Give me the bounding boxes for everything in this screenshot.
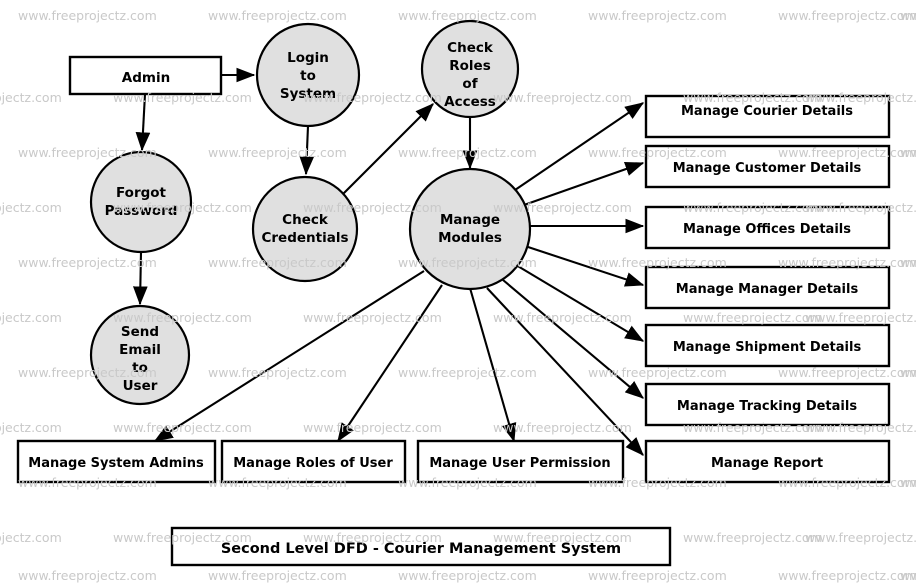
store-manage-report-label: Manage Report xyxy=(711,456,823,471)
flow-check-credentials-to-check-roles xyxy=(340,103,434,197)
flow-modules-to-manage-courier-details xyxy=(514,102,645,191)
store-manage-manager-details[interactable]: Manage Manager Details xyxy=(644,265,891,310)
svg-text:of: of xyxy=(462,76,477,92)
diagram-title-box: Second Level DFD - Courier Management Sy… xyxy=(170,526,672,567)
flow-admin-to-forgot-password xyxy=(135,93,151,152)
svg-text:Roles: Roles xyxy=(449,58,491,74)
store-manage-user-permission[interactable]: Manage User Permission xyxy=(416,439,625,484)
diagram-title-label: Second Level DFD - Courier Management Sy… xyxy=(221,541,621,557)
svg-text:Password: Password xyxy=(105,203,178,219)
store-manage-shipment-details[interactable]: Manage Shipment Details xyxy=(644,323,891,368)
store-manage-courier-details[interactable]: Manage Courier Details xyxy=(644,94,891,139)
dfd-diagram-canvas: www.freeprojectz.com www.freeprojectz.com… xyxy=(0,0,916,587)
store-manage-tracking-details-label: Manage Tracking Details xyxy=(677,399,857,414)
flow-modules-to-manage-roles-of-user xyxy=(337,284,443,443)
flow-modules-to-manage-manager-details xyxy=(524,245,645,287)
svg-text:to: to xyxy=(300,68,316,84)
flow-login-to-check-credentials xyxy=(299,125,315,176)
store-manage-user-permission-label: Manage User Permission xyxy=(429,456,610,471)
flow-modules-to-manage-customer-details xyxy=(523,161,645,206)
process-forgot-password[interactable]: Forgot Password xyxy=(89,150,193,254)
svg-text:Access: Access xyxy=(444,94,496,110)
flow-modules-to-manage-shipment-details xyxy=(515,264,645,342)
dfd-svg: Admin Login to System Check Roles of Acc… xyxy=(16,19,891,567)
svg-text:User: User xyxy=(123,378,158,394)
store-manage-customer-details[interactable]: Manage Customer Details xyxy=(644,144,891,189)
store-manage-report[interactable]: Manage Report xyxy=(644,439,891,484)
store-manage-roles-of-user-label: Manage Roles of User xyxy=(233,456,393,471)
svg-text:Modules: Modules xyxy=(438,230,502,246)
process-send-email-to-user-label: Send xyxy=(121,324,159,340)
store-manage-roles-of-user[interactable]: Manage Roles of User xyxy=(220,439,407,484)
store-manage-courier-details-label: Manage Courier Details xyxy=(681,104,853,119)
process-manage-modules-label: Manage xyxy=(440,212,500,228)
process-check-credentials-label: Check xyxy=(282,212,329,228)
process-login-to-system[interactable]: Login to System xyxy=(255,22,361,128)
svg-text:Credentials: Credentials xyxy=(261,230,348,246)
process-login-to-system-label: Login xyxy=(287,50,329,66)
store-manage-system-admins[interactable]: Manage System Admins xyxy=(16,439,217,484)
store-manage-offices-details[interactable]: Manage Offices Details xyxy=(644,205,891,250)
flow-modules-to-manage-system-admins xyxy=(153,270,425,442)
svg-text:Email: Email xyxy=(119,342,161,358)
store-manage-system-admins-label: Manage System Admins xyxy=(28,456,204,471)
svg-text:System: System xyxy=(280,86,336,102)
entity-admin[interactable]: Admin xyxy=(68,55,223,96)
process-check-roles-of-access-label: Check xyxy=(447,40,494,56)
process-send-email-to-user[interactable]: Send Email to User xyxy=(89,304,191,406)
store-manage-customer-details-label: Manage Customer Details xyxy=(673,161,862,176)
process-check-roles-of-access[interactable]: Check Roles of Access xyxy=(420,19,520,119)
flow-forgot-password-to-send-email xyxy=(132,251,148,306)
store-manage-tracking-details[interactable]: Manage Tracking Details xyxy=(644,382,891,427)
process-manage-modules[interactable]: Manage Modules xyxy=(408,167,532,291)
store-manage-offices-details-label: Manage Offices Details xyxy=(683,222,851,237)
store-manage-shipment-details-label: Manage Shipment Details xyxy=(673,340,862,355)
process-forgot-password-label: Forgot xyxy=(116,185,167,201)
entity-admin-label: Admin xyxy=(122,70,170,86)
process-check-credentials[interactable]: Check Credentials xyxy=(251,175,359,283)
flow-connectors xyxy=(132,67,645,456)
svg-text:to: to xyxy=(132,360,148,376)
store-manage-manager-details-label: Manage Manager Details xyxy=(676,282,859,297)
